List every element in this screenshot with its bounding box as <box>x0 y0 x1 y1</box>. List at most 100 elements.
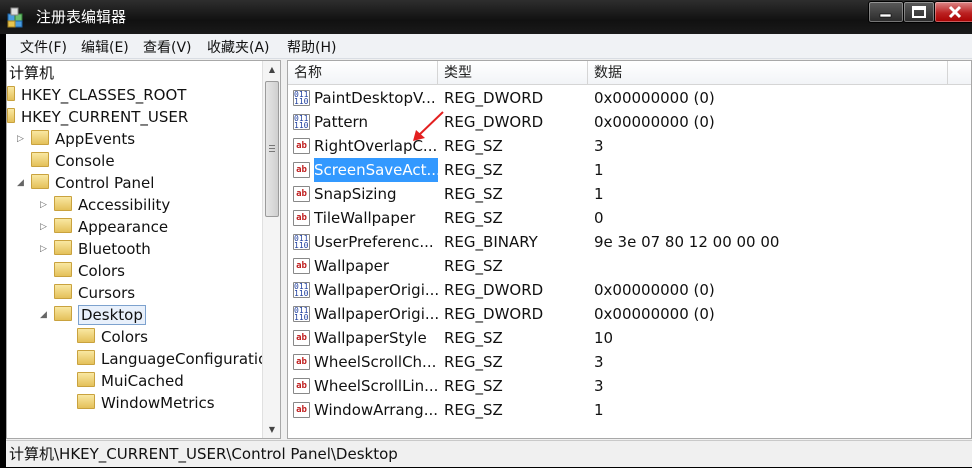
folder-icon <box>54 284 72 299</box>
folder-icon <box>54 240 72 255</box>
string-value-icon: ab <box>293 210 310 226</box>
value-row[interactable]: 011 110 Pattern REG_DWORD 0x00000000 (0) <box>288 110 971 134</box>
close-button[interactable] <box>934 1 972 23</box>
value-name: Pattern <box>314 113 368 131</box>
tree-item-desktop-colors[interactable]: Colors <box>77 326 148 348</box>
value-row[interactable]: 011 110 UserPreferenc... REG_BINARY 9e 3e 0… <box>288 230 971 254</box>
value-list[interactable]: 名称 类型 数据 011 110 PaintDesktopV... REG_DWOR… <box>287 60 972 439</box>
value-data: 10 <box>594 329 614 347</box>
tree-item-bluetooth[interactable]: ▷ Bluetooth <box>40 238 151 260</box>
tree-item-label: Control Panel <box>55 174 155 192</box>
value-row[interactable]: ab Wallpaper REG_SZ <box>288 254 971 278</box>
tree-item-languageconfiguration[interactable]: LanguageConfiguratio <box>77 348 267 370</box>
tree-item-hkey-classes-root[interactable]: HKEY_CLASSES_ROOT <box>7 84 186 106</box>
menu-help[interactable]: 帮助(H) <box>287 37 336 57</box>
value-type: REG_SZ <box>444 185 503 203</box>
value-row[interactable]: 011 110 WallpaperOrigi... REG_DWORD 0x00000… <box>288 278 971 302</box>
value-row[interactable]: ab WheelScrollCh... REG_SZ 3 <box>288 350 971 374</box>
tree-item-control-panel[interactable]: ◢ Control Panel <box>17 172 155 194</box>
value-row[interactable]: 011 110 PaintDesktopV... REG_DWORD 0x000000… <box>288 86 971 110</box>
tree-item-appevents[interactable]: ▷ AppEvents <box>17 128 136 150</box>
tree-item-desktop[interactable]: ◢ Desktop <box>40 304 146 326</box>
menu-view[interactable]: 查看(V) <box>143 37 192 57</box>
menu-favorites[interactable]: 收藏夹(A) <box>207 37 270 57</box>
close-icon <box>948 5 962 19</box>
value-row[interactable]: ab ScreenSaveAct... REG_SZ 1 <box>288 158 971 182</box>
tree-item-muicached[interactable]: MuiCached <box>77 370 184 392</box>
value-type: REG_DWORD <box>444 305 544 323</box>
expand-arrow-icon[interactable]: ▷ <box>40 245 48 254</box>
folder-icon <box>77 328 95 343</box>
string-value-icon: ab <box>293 138 310 154</box>
maximize-button[interactable] <box>903 1 935 23</box>
collapse-arrow-icon[interactable]: ◢ <box>40 311 48 320</box>
value-data: 1 <box>594 401 604 419</box>
tree-item-accessibility[interactable]: ▷ Accessibility <box>40 194 171 216</box>
value-data: 3 <box>594 377 604 395</box>
value-row[interactable]: 011 110 WallpaperOrigi... REG_DWORD 0x00000… <box>288 302 971 326</box>
value-row[interactable]: ab WallpaperStyle REG_SZ 10 <box>288 326 971 350</box>
key-tree[interactable]: 计算机 HKEY_CLASSES_ROOT HKEY_CURRENT_USER ▷ Ap… <box>6 60 281 439</box>
column-header-data[interactable]: 数据 <box>588 61 948 85</box>
menu-file[interactable]: 文件(F) <box>20 37 67 57</box>
tree-scrollbar[interactable]: ▲ ▼ <box>262 61 280 438</box>
folder-icon <box>77 372 95 387</box>
tree-item-label: Accessibility <box>78 196 171 214</box>
string-value-icon: ab <box>293 162 310 178</box>
tree-item-label: Colors <box>101 328 148 346</box>
column-header-type[interactable]: 类型 <box>438 61 588 85</box>
tree-item-computer[interactable]: 计算机 <box>9 62 54 84</box>
string-value-icon: ab <box>293 330 310 346</box>
column-header-name[interactable]: 名称 <box>288 61 438 85</box>
tree-item-label: HKEY_CURRENT_USER <box>21 108 189 126</box>
value-data: 0 <box>594 209 604 227</box>
collapse-arrow-icon[interactable]: ◢ <box>17 179 25 188</box>
tree-item-label: 计算机 <box>9 64 55 82</box>
menu-edit[interactable]: 编辑(E) <box>81 37 129 57</box>
value-type: REG_SZ <box>444 257 503 275</box>
value-type: REG_DWORD <box>444 89 544 107</box>
value-row[interactable]: ab WindowArrang... REG_SZ 1 <box>288 398 971 422</box>
tree-item-label: Console <box>55 152 115 170</box>
title-bar[interactable]: 注册表编辑器 <box>0 0 972 34</box>
registry-editor-icon <box>7 7 23 28</box>
value-type: REG_DWORD <box>444 113 544 131</box>
folder-icon <box>77 350 95 365</box>
string-value-icon: ab <box>293 354 310 370</box>
tree-item-hkey-current-user[interactable]: HKEY_CURRENT_USER <box>7 106 189 128</box>
expand-arrow-icon[interactable]: ▷ <box>17 135 25 144</box>
binary-value-icon: 011 110 <box>293 306 310 322</box>
expand-arrow-icon[interactable]: ▷ <box>40 201 48 210</box>
value-name: WheelScrollLin... <box>314 377 438 395</box>
expand-arrow-icon[interactable]: ▷ <box>40 223 48 232</box>
value-row[interactable]: ab WheelScrollLin... REG_SZ 3 <box>288 374 971 398</box>
value-row[interactable]: ab TileWallpaper REG_SZ 0 <box>288 206 971 230</box>
folder-icon <box>54 196 72 211</box>
value-name: RightOverlapC... <box>314 137 438 155</box>
folder-icon <box>54 306 72 321</box>
scroll-up-arrow-icon[interactable]: ▲ <box>263 61 280 78</box>
tree-scroll-thumb[interactable] <box>265 81 279 217</box>
folder-icon <box>31 130 49 145</box>
value-row[interactable]: ab RightOverlapC... REG_SZ 3 <box>288 134 971 158</box>
value-name: TileWallpaper <box>314 209 416 227</box>
minimize-button[interactable] <box>868 1 904 23</box>
tree-item-label: AppEvents <box>55 130 136 148</box>
tree-item-label: Cursors <box>78 284 136 302</box>
tree-item-cursors[interactable]: Cursors <box>54 282 135 304</box>
tree-item-console[interactable]: Console <box>31 150 115 172</box>
value-data: 9e 3e 07 80 12 00 00 00 <box>594 233 780 251</box>
value-name: UserPreferenc... <box>314 233 434 251</box>
value-data: 3 <box>594 137 604 155</box>
folder-icon <box>31 152 49 167</box>
string-value-icon: ab <box>293 378 310 394</box>
tree-item-windowmetrics[interactable]: WindowMetrics <box>77 392 215 414</box>
value-name: WheelScrollCh... <box>314 353 437 371</box>
tree-item-colors[interactable]: Colors <box>54 260 125 282</box>
value-type: REG_SZ <box>444 209 503 227</box>
tree-item-appearance[interactable]: ▷ Appearance <box>40 216 168 238</box>
value-type: REG_SZ <box>444 377 503 395</box>
scroll-down-arrow-icon[interactable]: ▼ <box>263 421 280 438</box>
minimize-icon <box>879 13 892 18</box>
value-row[interactable]: ab SnapSizing REG_SZ 1 <box>288 182 971 206</box>
